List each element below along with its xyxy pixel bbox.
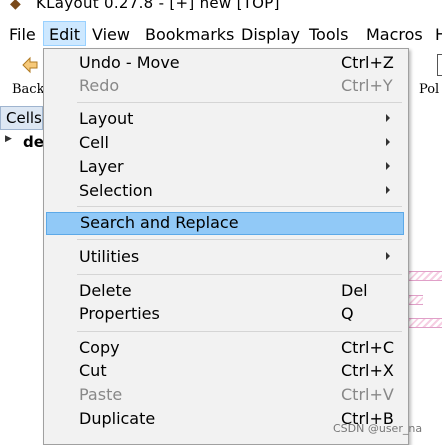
menu-file[interactable]: File <box>9 25 36 44</box>
cell-tree-item-label: de <box>23 133 44 151</box>
menu-item-label: Undo - Move <box>79 53 180 72</box>
title-bar: ◆ KLayout 0.27.8 - [+] new [TOP] <box>0 0 442 14</box>
menu-display[interactable]: Display <box>241 25 300 44</box>
menu-separator <box>77 102 402 103</box>
menu-item-utilities[interactable]: Utilities <box>44 246 408 269</box>
menu-view[interactable]: View <box>92 25 130 44</box>
shortcut-label: Del <box>341 281 368 300</box>
menu-item-label: Selection <box>79 181 153 200</box>
shortcut-label: Ctrl+V <box>341 385 394 404</box>
menu-item-cell[interactable]: Cell <box>44 132 408 155</box>
menu-item-label: Search and Replace <box>80 213 239 232</box>
klayout-app-icon: ◆ <box>10 0 21 12</box>
menu-macros[interactable]: Macros <box>366 25 423 44</box>
menu-bar: File Edit View Bookmarks Display Tools M… <box>0 21 442 48</box>
menu-help[interactable]: H <box>435 25 442 44</box>
menu-item-copy[interactable]: Copy Ctrl+C <box>44 337 408 360</box>
window-title: KLayout 0.27.8 - [+] new [TOP] <box>36 0 280 12</box>
shortcut-label: Ctrl+Y <box>341 76 393 95</box>
edit-menu-dropdown: Undo - Move Ctrl+Z Redo Ctrl+Y Layout Ce… <box>43 48 409 445</box>
menu-item-undo[interactable]: Undo - Move Ctrl+Z <box>44 52 408 75</box>
menu-item-properties[interactable]: Properties Q <box>44 303 408 326</box>
menu-item-label: Cell <box>79 133 109 152</box>
submenu-arrow-icon <box>386 252 390 260</box>
back-arrow-icon[interactable] <box>21 56 39 74</box>
menu-item-delete[interactable]: Delete Del <box>44 280 408 303</box>
layout-shape <box>408 295 423 305</box>
menu-tools[interactable]: Tools <box>309 25 348 44</box>
cells-panel-header[interactable]: Cells <box>0 106 43 130</box>
menu-item-label: Layout <box>79 109 134 128</box>
menu-item-label: Layer <box>79 157 124 176</box>
menu-bookmarks[interactable]: Bookmarks <box>145 25 234 44</box>
polygon-button-label[interactable]: Pol <box>419 82 439 97</box>
menu-item-label: Properties <box>79 304 160 323</box>
submenu-arrow-icon <box>386 162 390 170</box>
layout-shape <box>408 318 442 328</box>
submenu-arrow-icon <box>386 186 390 194</box>
menu-separator <box>77 206 402 207</box>
shortcut-label: Ctrl+C <box>341 338 395 357</box>
submenu-arrow-icon <box>386 138 390 146</box>
menu-item-label: Utilities <box>79 247 140 266</box>
menu-item-label: Paste <box>79 385 123 404</box>
menu-item-selection[interactable]: Selection <box>44 180 408 203</box>
shortcut-label: Q <box>341 304 354 323</box>
layout-shape <box>408 271 442 281</box>
menu-item-search-and-replace[interactable]: Search and Replace <box>46 212 404 235</box>
menu-item-paste: Paste Ctrl+V <box>44 384 408 407</box>
back-button-label[interactable]: Back <box>12 82 44 97</box>
menu-item-cut[interactable]: Cut Ctrl+X <box>44 360 408 383</box>
polygon-tool-icon[interactable] <box>437 54 442 76</box>
menu-separator <box>77 274 402 275</box>
submenu-arrow-icon <box>386 114 390 122</box>
menu-item-redo: Redo Ctrl+Y <box>44 75 408 98</box>
shortcut-label: Ctrl+X <box>341 361 394 380</box>
menu-item-layout[interactable]: Layout <box>44 108 408 131</box>
watermark: CSDN @user_na <box>333 422 423 435</box>
menu-item-layer[interactable]: Layer <box>44 156 408 179</box>
menu-item-label: Redo <box>79 76 120 95</box>
menu-item-label: Delete <box>79 281 132 300</box>
expand-arrow-icon[interactable]: ▶ <box>5 134 12 144</box>
menu-separator <box>77 331 402 332</box>
menu-separator <box>77 239 402 240</box>
menu-item-label: Copy <box>79 338 120 357</box>
menu-edit[interactable]: Edit <box>43 21 86 46</box>
shortcut-label: Ctrl+Z <box>341 53 394 72</box>
cell-tree-item[interactable]: ▶ de <box>0 133 44 155</box>
menu-item-label: Duplicate <box>79 409 156 428</box>
menu-item-label: Cut <box>79 361 107 380</box>
